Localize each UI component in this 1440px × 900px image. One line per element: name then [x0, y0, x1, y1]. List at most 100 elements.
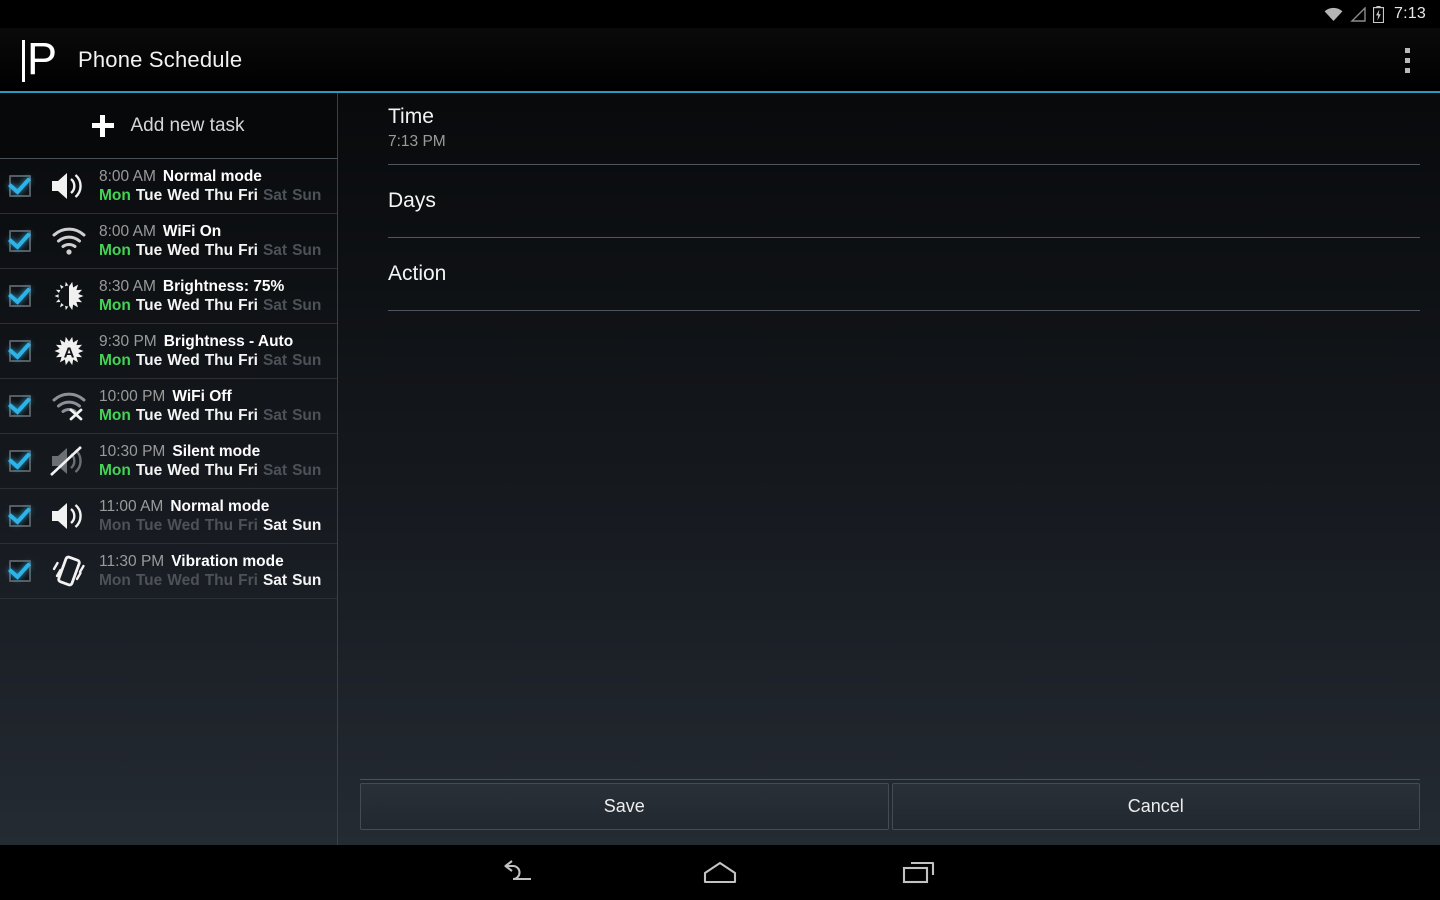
task-enabled-checkbox[interactable]: [9, 450, 31, 472]
vibration-icon: [45, 549, 93, 593]
back-icon[interactable]: [494, 853, 548, 893]
task-time: 8:00 AM: [99, 167, 156, 185]
save-button[interactable]: Save: [360, 783, 889, 830]
add-new-task-label: Add new task: [130, 114, 245, 136]
home-icon[interactable]: [693, 853, 747, 893]
dialog-button-bar: Save Cancel: [360, 779, 1420, 830]
battery-charging-icon: [1373, 5, 1385, 23]
task-row[interactable]: 8:00 AM Normal mode Mon Tue Wed Thu Fri Sat Sun: [0, 159, 337, 214]
task-day-fri: Fri: [238, 241, 258, 259]
wifi-off-icon: [45, 384, 93, 428]
logo-letter: P: [27, 33, 58, 84]
task-name: Vibration mode: [171, 552, 284, 570]
field-time[interactable]: Time 7:13 PM: [388, 93, 1420, 165]
task-day-thu: Thu: [204, 186, 234, 204]
task-row[interactable]: 11:00 AM Normal mode Mon Tue Wed Thu Fri Sat Sun: [0, 489, 337, 544]
task-day-thu: Thu: [204, 571, 234, 589]
task-day-tue: Tue: [135, 571, 163, 589]
task-enabled-checkbox[interactable]: [9, 230, 31, 252]
time-label: Time: [388, 105, 434, 128]
task-day-sat: Sat: [262, 461, 288, 479]
task-day-sat: Sat: [262, 296, 288, 314]
app-logo[interactable]: P: [22, 34, 62, 84]
volume-normal-icon: [45, 164, 93, 208]
task-enabled-checkbox[interactable]: [9, 505, 31, 527]
task-name: Silent mode: [172, 442, 261, 460]
task-day-sun: Sun: [292, 351, 322, 369]
task-day-mon: Mon: [99, 406, 131, 424]
brightness-auto-icon: A: [45, 329, 93, 373]
task-body: 8:00 AM Normal mode Mon Tue Wed Thu Fri Sat Sun: [99, 168, 326, 205]
task-list: 8:00 AM Normal mode Mon Tue Wed Thu Fri Sat Sun 8…: [0, 159, 337, 599]
task-day-tue: Tue: [135, 351, 163, 369]
task-enabled-checkbox[interactable]: [9, 175, 31, 197]
task-day-fri: Fri: [238, 186, 258, 204]
task-body: 8:30 AM Brightness: 75% Mon Tue Wed Thu Fri Sat…: [99, 278, 326, 315]
task-day-sun: Sun: [292, 406, 322, 424]
task-day-sun: Sun: [292, 296, 322, 314]
action-label: Action: [388, 262, 447, 285]
task-days: Mon Tue Wed Thu Fri Sat Sun: [99, 187, 326, 205]
task-days: Mon Tue Wed Thu Fri Sat Sun: [99, 297, 326, 315]
task-day-fri: Fri: [238, 461, 258, 479]
recents-icon[interactable]: [892, 853, 946, 893]
volume-mute-icon: [45, 439, 93, 483]
volume-normal-icon: [45, 494, 93, 538]
task-day-wed: Wed: [167, 406, 200, 424]
task-day-mon: Mon: [99, 296, 131, 314]
plus-icon: [92, 114, 115, 137]
cancel-button[interactable]: Cancel: [891, 783, 1420, 830]
task-body: 10:30 PM Silent mode Mon Tue Wed Thu Fri Sat Sun: [99, 443, 326, 480]
task-day-tue: Tue: [135, 186, 163, 204]
task-day-wed: Wed: [167, 241, 200, 259]
task-day-thu: Thu: [204, 406, 234, 424]
task-row[interactable]: 10:30 PM Silent mode Mon Tue Wed Thu Fri Sat Sun: [0, 434, 337, 489]
task-day-thu: Thu: [204, 461, 234, 479]
task-enabled-checkbox[interactable]: [9, 285, 31, 307]
task-day-mon: Mon: [99, 351, 131, 369]
overflow-dot: [1404, 57, 1410, 63]
task-enabled-checkbox[interactable]: [9, 395, 31, 417]
task-list-panel: Add new task 8:00 AM Normal mode Mon Tue Wed…: [0, 93, 338, 845]
task-days: Mon Tue Wed Thu Fri Sat Sun: [99, 352, 326, 370]
field-days[interactable]: Days: [388, 165, 1420, 238]
add-new-task-button[interactable]: Add new task: [0, 93, 337, 159]
task-day-tue: Tue: [135, 406, 163, 424]
task-row[interactable]: A 9:30 PM Brightness - Auto Mon Tue Wed Thu Fri…: [0, 324, 337, 379]
wifi-on-icon: [45, 219, 93, 263]
task-day-sat: Sat: [262, 351, 288, 369]
days-label: Days: [388, 189, 436, 212]
overflow-menu-icon[interactable]: [1396, 41, 1418, 79]
task-day-thu: Thu: [204, 516, 234, 534]
field-action[interactable]: Action: [388, 238, 1420, 311]
task-time: 10:30 PM: [99, 442, 166, 460]
task-day-fri: Fri: [238, 571, 258, 589]
task-day-wed: Wed: [167, 186, 200, 204]
logo-bar: [22, 40, 25, 82]
task-day-sat: Sat: [262, 241, 288, 259]
task-name: Normal mode: [162, 167, 262, 185]
task-enabled-checkbox[interactable]: [9, 340, 31, 362]
task-time: 8:00 AM: [99, 222, 156, 240]
task-row[interactable]: 8:30 AM Brightness: 75% Mon Tue Wed Thu Fri Sat…: [0, 269, 337, 324]
task-body: 11:30 PM Vibration mode Mon Tue Wed Thu Fri Sat…: [99, 553, 326, 590]
task-day-sat: Sat: [262, 516, 288, 534]
task-time: 8:30 AM: [99, 277, 156, 295]
task-day-fri: Fri: [238, 351, 258, 369]
task-day-fri: Fri: [238, 516, 258, 534]
overflow-dot: [1404, 67, 1410, 73]
task-day-thu: Thu: [204, 241, 234, 259]
task-row[interactable]: 8:00 AM WiFi On Mon Tue Wed Thu Fri Sat Sun: [0, 214, 337, 269]
task-name: WiFi Off: [172, 387, 232, 405]
status-bar-clock: 7:13: [1394, 5, 1426, 22]
task-row[interactable]: 10:00 PM WiFi Off Mon Tue Wed Thu Fri Sat Sun: [0, 379, 337, 434]
task-body: 9:30 PM Brightness - Auto Mon Tue Wed Thu Fri S…: [99, 333, 326, 370]
task-day-sat: Sat: [262, 186, 288, 204]
task-row[interactable]: 11:30 PM Vibration mode Mon Tue Wed Thu Fri Sat…: [0, 544, 337, 599]
task-name: Brightness: 75%: [162, 277, 285, 295]
task-enabled-checkbox[interactable]: [9, 560, 31, 582]
overflow-dot: [1404, 47, 1410, 53]
task-day-sun: Sun: [292, 241, 322, 259]
page-title: Phone Schedule: [78, 47, 243, 72]
task-day-tue: Tue: [135, 461, 163, 479]
